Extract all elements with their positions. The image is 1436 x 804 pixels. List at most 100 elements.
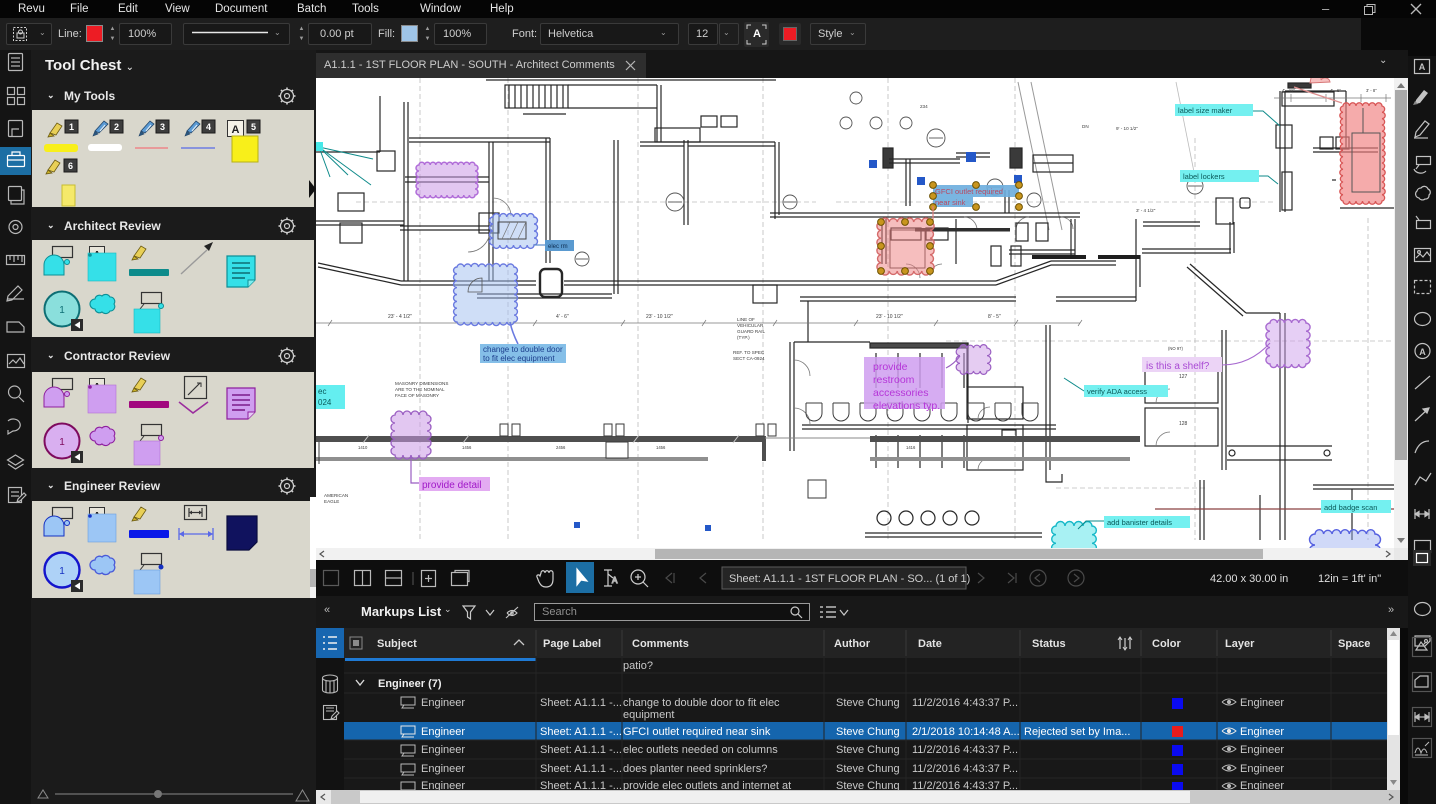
svg-text:4: 4 [206,122,211,132]
svg-text:Steve Chung: Steve Chung [836,697,900,709]
svg-text:change to double door: change to double door [483,345,563,354]
svg-text:accessories: accessories [873,387,928,399]
svg-text:elec rm: elec rm [548,244,568,250]
svg-text:3' - 4 1/2": 3' - 4 1/2" [1136,208,1156,213]
svg-text:Comments: Comments [632,638,689,650]
svg-text:GUARD RAIL: GUARD RAIL [737,329,766,334]
svg-text:Sheet: A1.1.1 - 1ST FLOOR PLAN: Sheet: A1.1.1 - 1ST FLOOR PLAN - SO... (… [729,573,970,585]
svg-text:SECT CA-0924: SECT CA-0924 [733,356,765,361]
svg-text:add banister details: add banister details [1107,518,1172,527]
svg-text:Engineer: Engineer [421,697,465,709]
svg-text:Author: Author [834,638,871,650]
svg-text:Sheet: A1.1.1 -...: Sheet: A1.1.1 -... [540,763,622,775]
svg-text:A: A [612,576,618,585]
svg-text:label size maker: label size maker [1178,106,1233,115]
svg-text:A: A [1419,347,1426,357]
svg-text:elec outlets needed on columns: elec outlets needed on columns [623,744,778,756]
svg-text:patio?: patio? [623,660,653,672]
svg-text:does planter need sprinklers?: does planter need sprinklers? [623,763,767,775]
svg-text:Subject: Subject [377,638,417,650]
svg-text:REF. TO SPEC: REF. TO SPEC [733,350,765,355]
svg-text:provide detail: provide detail [422,480,481,491]
svg-text:Layer: Layer [1225,638,1255,650]
svg-text:Engineer: Engineer [421,763,465,775]
svg-text:Engineer: Engineer [1240,780,1284,790]
svg-text:1: 1 [69,122,74,132]
svg-text:to fit elec equipment: to fit elec equipment [483,354,555,363]
svg-text:2/1/2018 10:14:48 A...: 2/1/2018 10:14:48 A... [912,726,1020,738]
svg-text:8' - 5": 8' - 5" [988,314,1001,320]
svg-text:1: 1 [59,437,65,448]
svg-text:1: 1 [59,566,65,577]
svg-text:23' - 10 1/2": 23' - 10 1/2" [646,314,673,320]
svg-text:Engineer: Engineer [1240,697,1284,709]
svg-text:Engineer (7): Engineer (7) [378,678,442,690]
svg-text:Steve Chung: Steve Chung [836,780,900,790]
svg-text:VEHICULAR: VEHICULAR [737,323,764,328]
svg-text:GFCI outlet required near sink: GFCI outlet required near sink [623,726,771,738]
svg-text:provide: provide [873,361,908,373]
svg-text:024: 024 [318,398,332,407]
svg-text:is this a shelf?: is this a shelf? [1146,361,1210,372]
svg-text:42.00 x 30.00 in: 42.00 x 30.00 in [1210,573,1288,585]
svg-text:2: 2 [114,122,119,132]
svg-text:9' - 10 1/2": 9' - 10 1/2" [1116,126,1138,131]
svg-text:Date: Date [918,638,942,650]
svg-text:Page Label: Page Label [543,638,601,650]
svg-text:128: 128 [1179,421,1188,427]
svg-text:ec: ec [318,387,326,396]
svg-text:2456: 2456 [556,445,566,450]
svg-text:change to double door to fit e: change to double door to fit elec [623,697,780,709]
svg-text:1410: 1410 [358,445,368,450]
svg-text:(NO 97): (NO 97) [1168,346,1183,351]
svg-text:11/2/2016 4:43:37 P...: 11/2/2016 4:43:37 P... [912,697,1018,709]
svg-text:11/2/2016 4:43:37 P...: 11/2/2016 4:43:37 P... [912,763,1018,775]
svg-text:MASONRY DIMENSIONS: MASONRY DIMENSIONS [395,381,448,386]
svg-text:provide elec outlets and inter: provide elec outlets and internet at [623,780,791,790]
svg-text:Engineer: Engineer [421,744,465,756]
svg-text:1416: 1416 [906,445,916,450]
svg-text:23' - 10 1/2": 23' - 10 1/2" [876,314,903,320]
svg-text:Engineer: Engineer [1240,763,1284,775]
svg-text:11/2/2016 4:43:37 P...: 11/2/2016 4:43:37 P... [912,780,1018,790]
svg-text:Color: Color [1152,638,1181,650]
svg-text:11/2/2016 4:43:37 P...: 11/2/2016 4:43:37 P... [912,744,1018,756]
svg-text:1: 1 [59,305,65,316]
svg-text:EAGLE: EAGLE [324,499,339,504]
svg-text:Sheet: A1.1.1 -...: Sheet: A1.1.1 -... [540,780,622,790]
svg-text:23' - 4 1/2": 23' - 4 1/2" [388,314,412,320]
svg-text:(TYP.): (TYP.) [737,335,750,340]
svg-text:4' - 11": 4' - 11" [1282,88,1295,93]
svg-text:1456: 1456 [462,445,472,450]
svg-text:3' - 8": 3' - 8" [1366,88,1377,93]
svg-text:6: 6 [68,161,73,171]
svg-text:Steve Chung: Steve Chung [836,763,900,775]
svg-text:12in = 1ft' in": 12in = 1ft' in" [1318,573,1381,585]
svg-text:Steve Chung: Steve Chung [836,726,900,738]
svg-text:Status: Status [1032,638,1066,650]
svg-text:Engineer: Engineer [1240,726,1284,738]
svg-text:ARE TO THE NOMINAL: ARE TO THE NOMINAL [395,387,445,392]
svg-text:A: A [232,124,240,136]
svg-text:Engineer: Engineer [421,726,465,738]
svg-text:4' - 6": 4' - 6" [1330,88,1341,93]
svg-text:1456: 1456 [656,445,666,450]
svg-text:LINE OF: LINE OF [737,317,755,322]
svg-text:4' - 6": 4' - 6" [556,314,569,320]
svg-text:127: 127 [1179,374,1188,380]
svg-text:Rejected set by Ima...: Rejected set by Ima... [1024,726,1130,738]
svg-text:Engineer: Engineer [421,780,465,790]
svg-text:FACE OF MASONRY: FACE OF MASONRY [395,393,439,398]
svg-text:3: 3 [160,122,165,132]
svg-text:Sheet: A1.1.1 -...: Sheet: A1.1.1 -... [540,744,622,756]
svg-text:AMERICAN: AMERICAN [324,493,348,498]
svg-text:Engineer: Engineer [1240,744,1284,756]
svg-text:add badge scan: add badge scan [1324,503,1377,512]
svg-text:GFCI outlet required: GFCI outlet required [935,187,1003,196]
svg-text:Sheet: A1.1.1 -...: Sheet: A1.1.1 -... [540,697,622,709]
svg-text:elevations typ.: elevations typ. [873,400,940,412]
svg-text:near sink: near sink [935,198,966,207]
svg-text:Space: Space [1338,638,1370,650]
svg-text:234: 234 [920,104,928,109]
svg-text:Sheet: A1.1.1 -...: Sheet: A1.1.1 -... [540,726,622,738]
